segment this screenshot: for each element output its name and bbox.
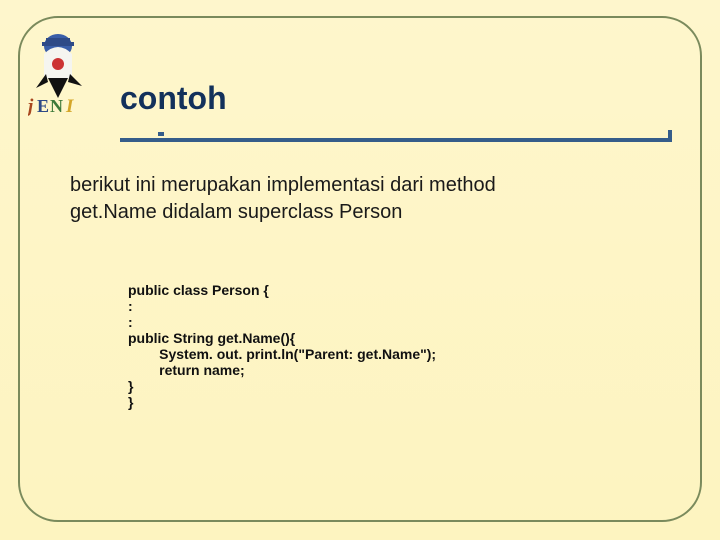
code-line: : [128, 298, 133, 314]
desc-line-2: get.Name didalam superclass Person [70, 201, 402, 223]
code-line: public class Person { [128, 282, 269, 298]
code-line: } [128, 394, 133, 410]
code-line: public String get.Name(){ [128, 330, 295, 346]
desc-line-1: berikut ini merupakan implementasi dari … [70, 174, 496, 196]
svg-text:N: N [50, 96, 63, 116]
code-line: System. out. print.ln("Parent: get.Name"… [128, 346, 436, 362]
description-text: berikut ini merupakan implementasi dari … [70, 172, 660, 226]
code-line: } [128, 378, 133, 394]
svg-text:I: I [65, 96, 74, 117]
code-block: public class Person { : : public String … [128, 266, 436, 410]
code-line: return name; [128, 362, 245, 378]
svg-text:E: E [37, 96, 49, 116]
title-underline [120, 128, 672, 148]
jeni-logo-icon: j E N I [28, 30, 106, 128]
slide-title: contoh [120, 80, 227, 117]
code-line: : [128, 314, 133, 330]
svg-text:j: j [28, 96, 34, 117]
